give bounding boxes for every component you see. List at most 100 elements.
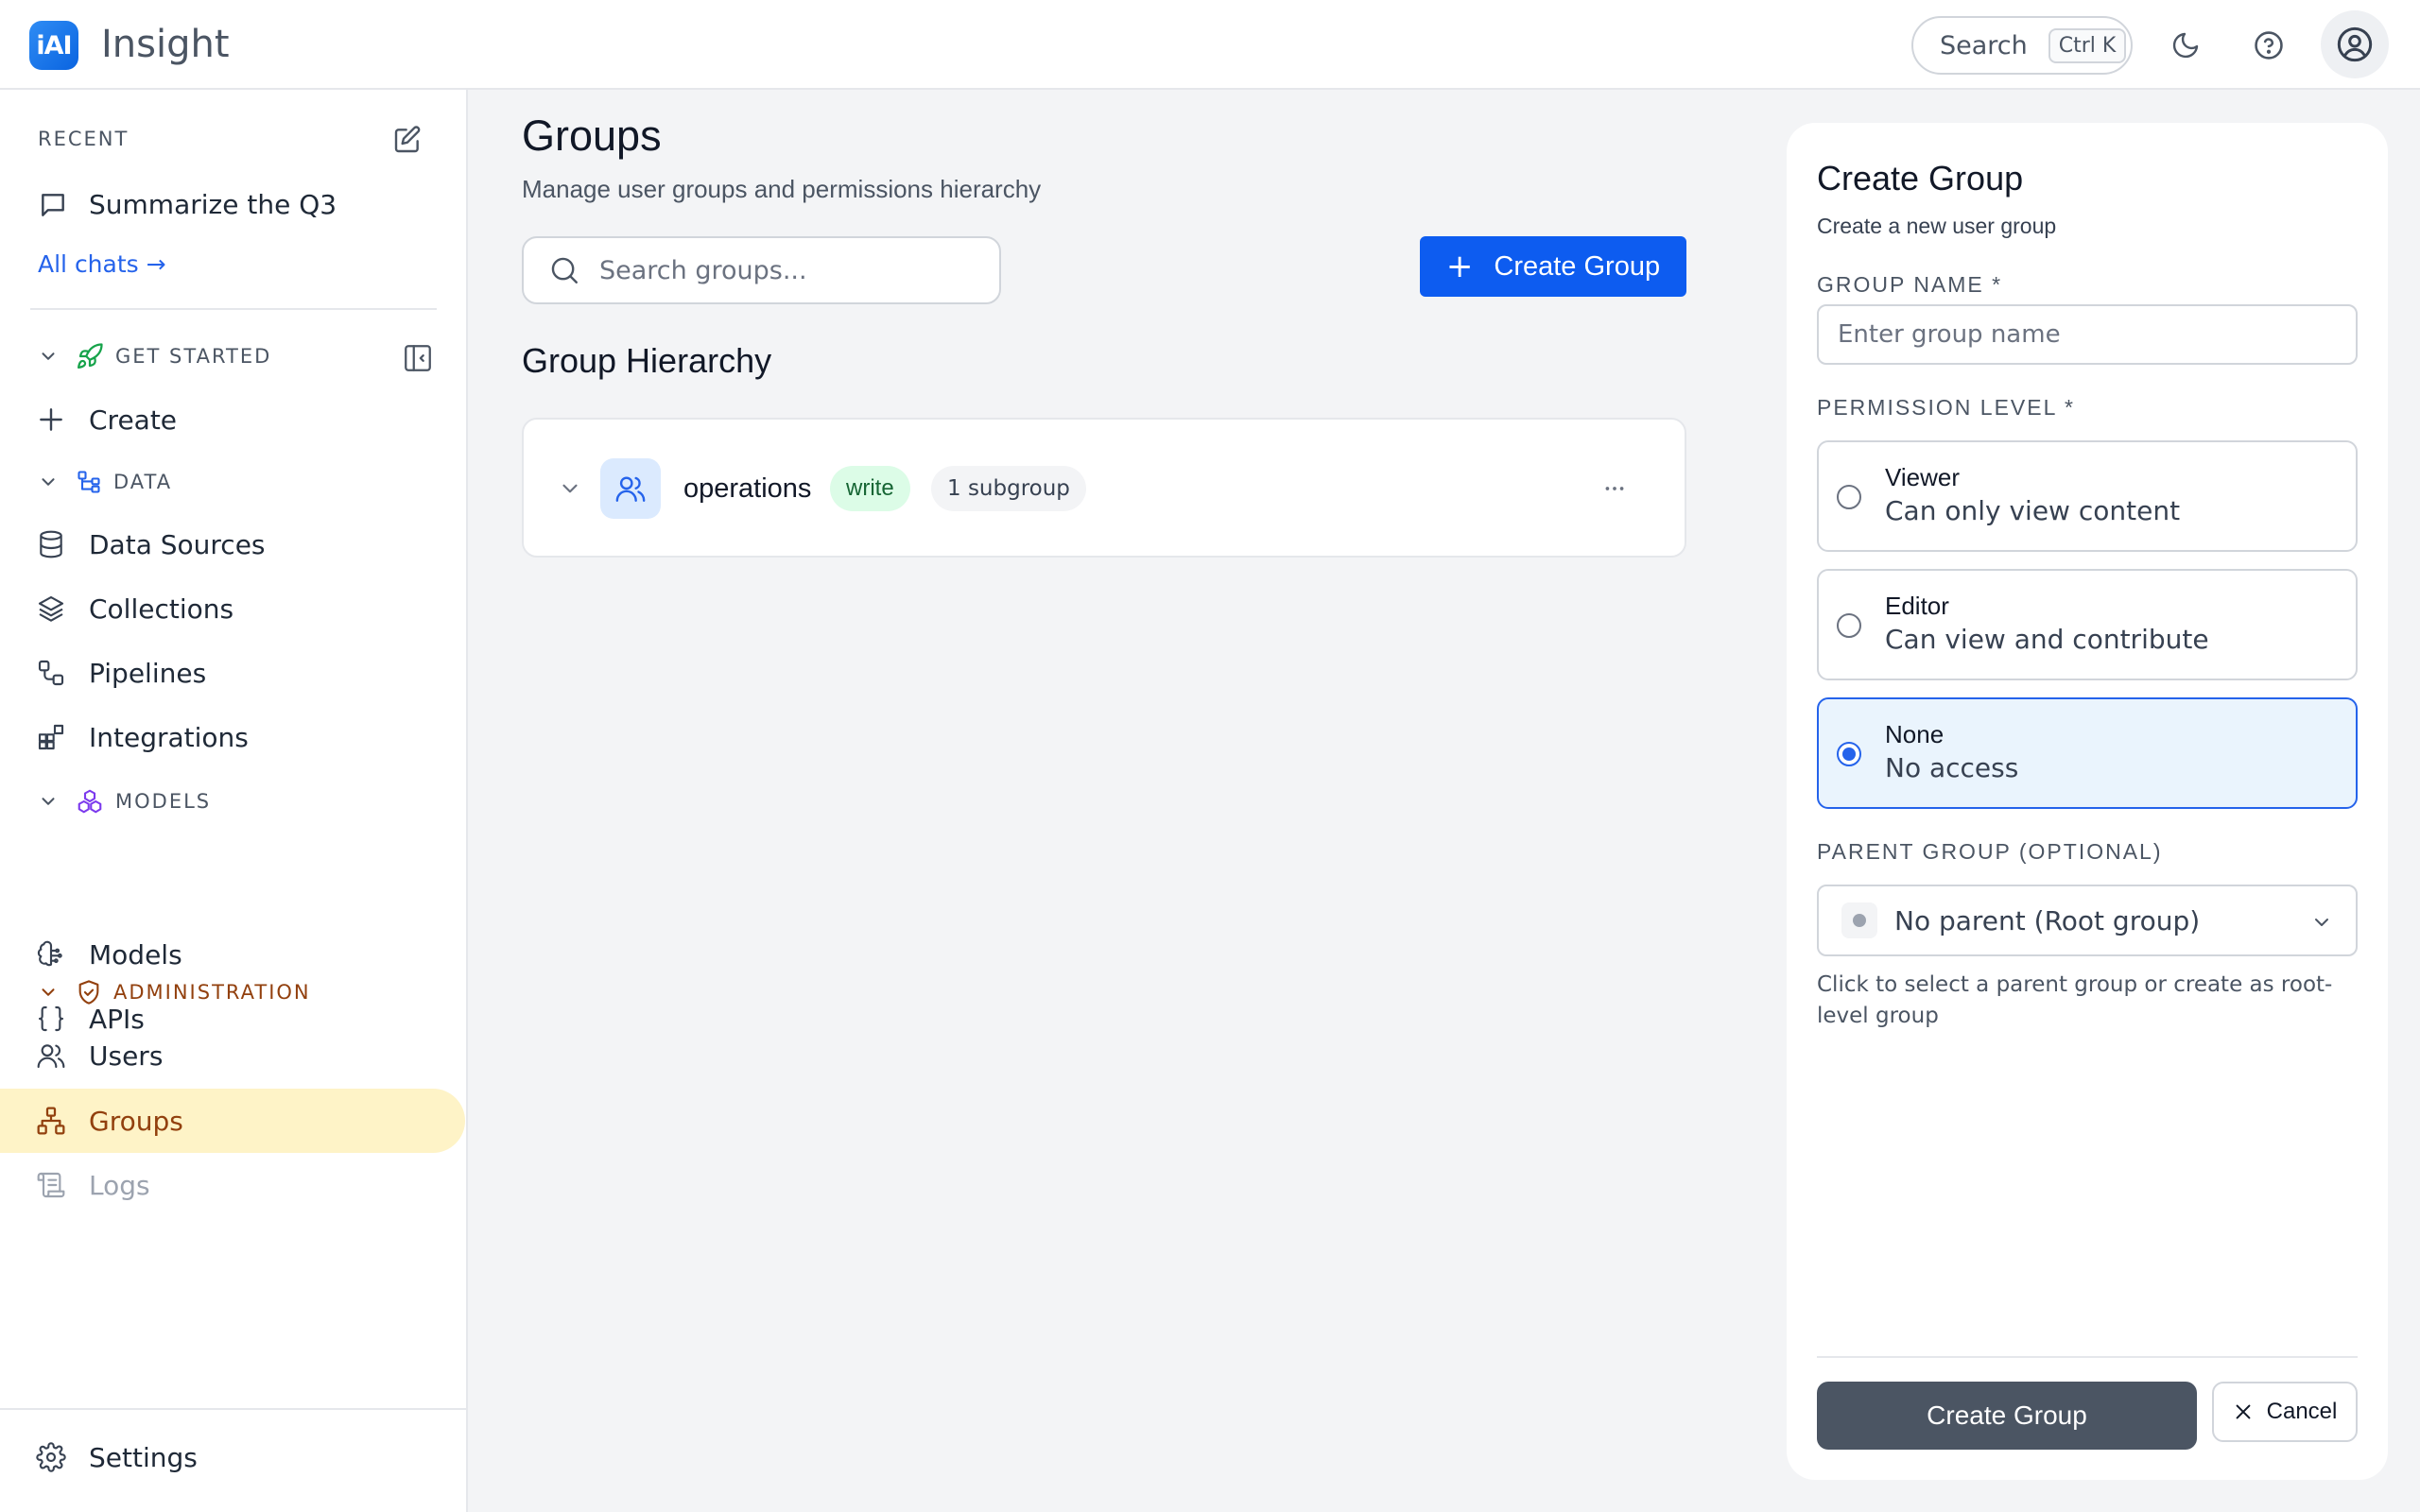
new-chat-button[interactable] [392,125,423,155]
panel-subtitle: Create a new user group [1817,214,2057,238]
option-title: Viewer [1885,463,1961,491]
create-group-button[interactable]: + Create Group [1420,236,1686,297]
cancel-label: Cancel [2266,1399,2338,1424]
sidebar-item-label: Create [89,404,178,436]
create-group-button-label: Create Group [1494,250,1661,282]
recent-heading: RECENT [38,128,130,150]
group-actions-button[interactable] [1599,476,1630,501]
group-name-label: GROUP NAME * [1817,272,2003,297]
gear-icon [36,1442,66,1472]
shield-check-icon [78,980,99,1005]
page-title: Groups [522,112,662,160]
permission-option-none[interactable]: None No access [1817,697,2358,809]
section-administration-label: ADMINISTRATION [113,981,311,1004]
expand-group-toggle[interactable] [558,476,582,501]
sidebar-item-data-sources[interactable]: Data Sources [0,512,465,576]
network-icon [37,1107,65,1135]
sidebar-item-label: Groups [89,1105,183,1137]
sidebar-item-label: Logs [89,1169,150,1201]
sidebar-item-users[interactable]: Users [0,1023,465,1088]
users-icon [37,1044,65,1069]
permission-option-editor[interactable]: Editor Can view and contribute [1817,569,2358,680]
sidebar-item-pipelines[interactable]: Pipelines [0,641,465,705]
user-menu-button[interactable] [2321,10,2389,78]
sidebar-collapse-icon [405,345,431,371]
parent-group-select[interactable]: No parent (Root group) [1817,885,2358,956]
parent-group-value: No parent (Root group) [1894,904,2201,936]
parent-group-label: PARENT GROUP (OPTIONAL) [1817,839,2163,864]
chevron-down-icon [42,988,55,996]
sidebar-item-integrations[interactable]: Integrations [0,705,465,769]
top-bar: iAI Insight Search Ctrl K [0,0,2420,90]
radio-viewer[interactable] [1837,485,1861,509]
group-search-input[interactable]: Search groups... [522,236,1001,304]
chevron-down-icon [42,478,55,486]
radio-none[interactable] [1837,742,1861,766]
section-get-started[interactable]: GET STARTED [38,337,271,375]
sidebar-item-create[interactable]: Create [0,387,465,452]
sidebar-item-label: Users [89,1040,164,1072]
panel-title: Create Group [1817,159,2024,198]
group-name-input[interactable]: Enter group name [1817,304,2358,365]
submit-create-group-button[interactable]: Create Group [1817,1382,2197,1450]
sidebar-divider [30,308,437,310]
global-search-button[interactable]: Search Ctrl K [1911,16,2133,75]
sidebar-item-collections[interactable]: Collections [0,576,465,641]
section-models[interactable]: MODELS [38,782,211,820]
sidebar-item-label: Pipelines [89,657,207,689]
boxes-icon [78,789,102,814]
help-button[interactable] [2246,23,2291,68]
close-icon [2236,1404,2251,1419]
section-data[interactable]: DATA [38,463,172,501]
group-search-placeholder: Search groups... [599,255,807,285]
search-icon [551,257,578,284]
scroll-icon [37,1172,65,1198]
sidebar-item-settings[interactable]: Settings [0,1425,465,1489]
option-title: None [1885,720,1945,748]
cancel-button[interactable]: Cancel [2212,1382,2358,1442]
section-data-label: DATA [113,471,173,493]
recent-chat-label: Summarize the Q3 [89,189,337,220]
all-chats-link[interactable]: All chats → [38,250,166,278]
sidebar-item-label: Integrations [89,721,249,753]
collapse-sidebar-button[interactable] [402,342,434,374]
option-description: Can view and contribute [1885,624,2209,655]
recent-chat-item[interactable]: Summarize the Q3 [38,189,337,220]
radio-editor[interactable] [1837,613,1861,638]
section-models-label: MODELS [115,790,212,813]
user-circle-icon [2337,26,2373,62]
sidebar-item-label: Data Sources [89,528,266,560]
more-horizontal-icon [1605,487,1624,490]
theme-toggle-button[interactable] [2163,23,2208,68]
chat-bubble-icon [42,193,64,216]
panel-footer-divider [1817,1356,2358,1358]
plus-icon: + [1445,248,1474,285]
brain-icon [37,940,62,967]
rocket-icon [78,343,103,369]
section-get-started-label: GET STARTED [115,345,272,368]
help-circle-icon [2255,31,2283,60]
sidebar: RECENT Summarize the Q3 All chats → GET … [0,90,468,1512]
database-icon [40,530,62,558]
root-group-indicator [1841,902,1877,938]
hierarchy-icon [78,471,100,493]
group-name-placeholder: Enter group name [1838,320,2061,349]
sidebar-item-label: Collections [89,593,234,625]
group-row[interactable]: operations write 1 subgroup [522,418,1686,558]
app-logo[interactable]: iAI [29,21,78,70]
create-group-panel: Create Group Create a new user group GRO… [1787,123,2388,1480]
parent-group-help: Click to select a parent group or create… [1817,972,2333,1028]
sidebar-item-groups[interactable]: Groups [0,1089,465,1153]
users-icon [615,476,646,502]
permission-badge: write [830,466,910,511]
subgroup-count-badge: 1 subgroup [931,466,1086,511]
compose-icon [394,126,421,153]
plus-icon [40,408,62,431]
permission-option-viewer[interactable]: Viewer Can only view content [1817,440,2358,552]
sidebar-bottom-divider [0,1408,468,1410]
sidebar-item-logs[interactable]: Logs [0,1153,465,1217]
section-administration[interactable]: ADMINISTRATION [38,973,311,1011]
app-title: Insight [101,23,230,66]
option-title: Editor [1885,592,1949,620]
chevron-down-icon [2315,919,2328,926]
